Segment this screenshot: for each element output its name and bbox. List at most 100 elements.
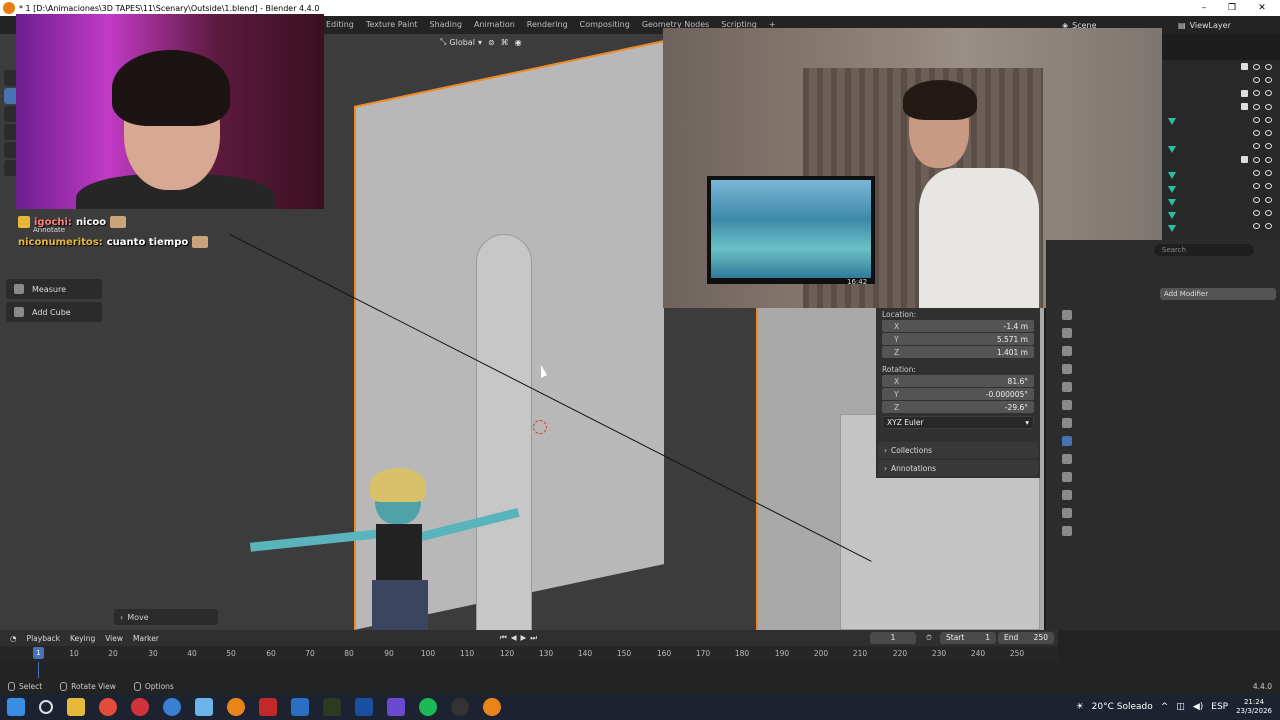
outliner-row[interactable]	[1162, 206, 1280, 219]
tab-physics-icon[interactable]	[1062, 472, 1072, 482]
video-editor-icon[interactable]	[259, 698, 277, 716]
outliner-row[interactable]	[1162, 87, 1280, 100]
camera-icon[interactable]	[1265, 90, 1272, 97]
tab-shading[interactable]: Shading	[424, 16, 469, 34]
opera-icon[interactable]	[131, 698, 149, 716]
camera-icon[interactable]	[1265, 143, 1272, 150]
camera-icon[interactable]	[1265, 223, 1272, 230]
close-icon[interactable]: ✕	[1248, 0, 1276, 16]
tab-texture-paint[interactable]: Texture Paint	[360, 16, 424, 34]
snap-icon[interactable]: ⌘	[501, 38, 509, 47]
outliner-row[interactable]	[1162, 193, 1280, 206]
maximize-icon[interactable]: ❐	[1218, 0, 1246, 16]
volume-icon[interactable]: ◀)	[1193, 702, 1203, 712]
tab-scene-icon[interactable]	[1062, 364, 1072, 374]
outliner-row[interactable]	[1162, 220, 1280, 233]
eye-icon[interactable]	[1253, 116, 1260, 123]
tab-editing[interactable]: Editing	[320, 16, 360, 34]
search-icon[interactable]	[39, 700, 53, 714]
outliner-row[interactable]	[1162, 60, 1280, 73]
eye-icon[interactable]	[1253, 196, 1260, 203]
properties-search-input[interactable]: Search	[1154, 244, 1254, 256]
tray-expand-icon[interactable]: ^	[1161, 702, 1169, 712]
marker-menu[interactable]: Marker	[133, 634, 159, 643]
playback-menu[interactable]: Playback	[27, 634, 60, 643]
eye-icon[interactable]	[1253, 90, 1260, 97]
eye-icon[interactable]	[1253, 183, 1260, 190]
location-z-field[interactable]: Z 1.401 m	[882, 346, 1034, 358]
app-icon[interactable]	[195, 698, 213, 716]
view-menu[interactable]: View	[105, 634, 123, 643]
vscode-icon[interactable]	[355, 698, 373, 716]
checkbox-icon[interactable]	[1241, 103, 1248, 111]
eye-icon[interactable]	[1253, 143, 1260, 150]
character-model[interactable]	[249, 468, 520, 630]
last-operator-panel[interactable]: › Move	[114, 609, 218, 625]
proportional-edit-icon[interactable]: ◉	[515, 38, 522, 47]
eye-icon[interactable]	[1253, 170, 1260, 177]
spotify-icon[interactable]	[419, 698, 437, 716]
camera-icon[interactable]	[1265, 170, 1272, 177]
minimize-icon[interactable]: –	[1190, 0, 1218, 16]
language-indicator[interactable]: ESP	[1211, 702, 1228, 712]
obs-icon[interactable]	[451, 698, 469, 716]
tab-animation[interactable]: Animation	[468, 16, 521, 34]
checkbox-icon[interactable]	[1241, 156, 1248, 164]
outliner-row[interactable]	[1162, 140, 1280, 153]
camera-icon[interactable]	[1265, 183, 1272, 190]
tool-add-cube[interactable]: Add Cube	[6, 302, 102, 322]
transform-orientation-dropdown[interactable]: ⤡ Global ▾	[440, 37, 482, 47]
timeline-body[interactable]	[0, 662, 1058, 678]
tab-constraints-icon[interactable]	[1062, 490, 1072, 500]
file-explorer-icon[interactable]	[67, 698, 85, 716]
network-icon[interactable]: ◫	[1176, 702, 1185, 712]
tool-measure[interactable]: Measure	[6, 279, 102, 299]
photoshop-icon[interactable]	[291, 698, 309, 716]
camera-icon[interactable]	[1265, 116, 1272, 123]
rotation-z-field[interactable]: Z -29.6°	[882, 401, 1034, 413]
outliner-row[interactable]	[1162, 113, 1280, 126]
add-modifier-button[interactable]: Add Modifier	[1160, 288, 1276, 300]
camera-icon[interactable]	[1265, 196, 1272, 203]
checkbox-icon[interactable]	[1241, 89, 1248, 97]
properties-editor[interactable]: Search Add Modifier	[1046, 240, 1280, 630]
rotation-y-field[interactable]: Y -0.000005°	[882, 388, 1034, 400]
chrome-icon[interactable]	[99, 698, 117, 716]
camera-icon[interactable]	[1265, 63, 1272, 70]
playback-controls-icon[interactable]: ⏮◀▶⏭	[500, 633, 541, 643]
tab-output-icon[interactable]	[1062, 328, 1072, 338]
tab-world-icon[interactable]	[1062, 382, 1072, 392]
camera-icon[interactable]	[1265, 76, 1272, 83]
outliner-row[interactable]	[1162, 126, 1280, 139]
tab-object-icon[interactable]	[1062, 418, 1072, 428]
tab-view-layer-icon[interactable]	[1062, 346, 1072, 356]
location-x-field[interactable]: X -1.4 m	[882, 320, 1034, 332]
playhead[interactable]: 1	[33, 647, 44, 659]
keying-menu[interactable]: Keying	[70, 634, 95, 643]
current-frame-field[interactable]: 1	[870, 632, 916, 644]
blender-active-icon[interactable]	[483, 698, 501, 716]
eye-icon[interactable]	[1253, 103, 1260, 110]
3d-cursor-icon[interactable]	[533, 420, 547, 434]
windows-start-icon[interactable]	[7, 698, 25, 716]
rotation-x-field[interactable]: X 81.6°	[882, 375, 1034, 387]
outliner-row[interactable]	[1162, 180, 1280, 193]
camera-icon[interactable]	[1265, 156, 1272, 163]
collections-panel-header[interactable]: › Collections	[878, 442, 1038, 458]
taskbar-clock[interactable]: 21:24 23/3/2026	[1236, 698, 1272, 716]
weather-text[interactable]: 20°C Soleado	[1092, 702, 1153, 712]
eye-icon[interactable]	[1253, 209, 1260, 216]
eye-icon[interactable]	[1253, 130, 1260, 137]
blender-taskbar-icon[interactable]	[227, 698, 245, 716]
outliner-row[interactable]	[1162, 73, 1280, 86]
tab-compositing[interactable]: Compositing	[574, 16, 636, 34]
edge-icon[interactable]	[163, 698, 181, 716]
pivot-icon[interactable]: ⊚	[488, 38, 495, 47]
checkbox-icon[interactable]	[1241, 63, 1248, 71]
outliner[interactable]	[1162, 60, 1280, 240]
camera-icon[interactable]	[1265, 209, 1272, 216]
end-frame-field[interactable]: End 250	[998, 632, 1054, 644]
annotations-panel-header[interactable]: › Annotations	[878, 460, 1038, 476]
location-y-field[interactable]: Y 5.571 m	[882, 333, 1034, 345]
tab-render-icon[interactable]	[1062, 310, 1072, 320]
